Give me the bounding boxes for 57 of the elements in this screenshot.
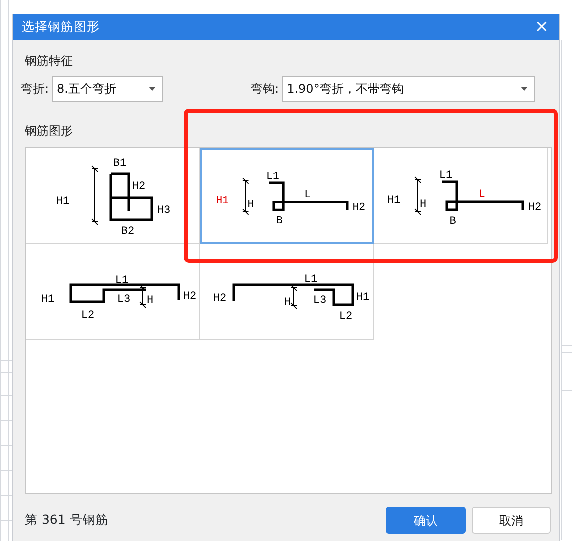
section-heading: 钢筋特征 <box>24 53 74 70</box>
rebar-shape-icon <box>70 284 180 304</box>
dimension-label: L <box>478 189 486 201</box>
shape-option[interactable]: H1 H L1 L H2 B <box>374 148 548 244</box>
dimension-label: H1 <box>387 195 401 207</box>
dimension-line <box>290 284 298 310</box>
dimension-label: H2 <box>528 202 542 214</box>
dimension-label: L <box>304 189 312 202</box>
dimension-label: H2 <box>132 181 146 193</box>
dimension-label: H <box>248 199 254 212</box>
cancel-button[interactable]: 取消 <box>472 507 551 534</box>
dimension-line <box>92 166 98 226</box>
dimension-label: B <box>450 216 456 228</box>
dimension-label: H <box>420 199 427 211</box>
dimension-label: L1 <box>304 274 318 286</box>
section-heading: 钢筋图形 <box>24 123 74 140</box>
dropdown[interactable]: 1.90°弯折，不带弯钩 <box>282 76 536 102</box>
dropdown[interactable]: 8.五个弯折 <box>52 76 164 102</box>
dimension-label: B1 <box>113 158 127 170</box>
shape-option[interactable]: L1 H1 L3 H H2 L2 <box>26 244 200 340</box>
dimension-label: L3 <box>313 295 327 307</box>
shape-option[interactable]: L1 H2 H L3 H1 L2 <box>200 244 374 340</box>
dimension-label: H1 <box>216 195 229 208</box>
shape-option[interactable]: H1 H L1 L H2 B <box>200 148 374 244</box>
rebar-shape-icon <box>442 180 524 212</box>
dimension-label: H1 <box>356 292 370 304</box>
dimension-line <box>140 284 146 308</box>
dimension-label: L1 <box>115 275 129 287</box>
rebar-shape-icon <box>232 284 354 306</box>
dimension-label: H1 <box>56 196 70 208</box>
dimension-label: L1 <box>266 171 280 184</box>
dimension-label: B2 <box>121 226 135 238</box>
dimension-label: H3 <box>157 205 171 217</box>
window-title: 选择钢筋图形 <box>22 18 100 36</box>
status-text: 第 361 号钢筋 <box>25 511 109 530</box>
dimension-label: H <box>147 295 154 307</box>
dimension-label: H2 <box>183 291 197 303</box>
field-label: 弯折: <box>21 81 50 98</box>
dimension-label: H1 <box>41 294 55 306</box>
dimension-line <box>242 178 250 216</box>
confirm-button[interactable]: 确认 <box>386 507 466 534</box>
dimension-label: L2 <box>81 310 95 322</box>
shape-option[interactable]: H1 B1 H2 H3 B2 <box>26 148 200 244</box>
field-label: 弯钩: <box>251 81 280 98</box>
dimension-label: H2 <box>352 202 366 214</box>
caret-icon <box>149 87 156 91</box>
dimension-line <box>414 176 422 216</box>
rebar-shape-icon <box>110 172 154 222</box>
rebar-shape-icon <box>269 182 349 212</box>
close-button[interactable]: × <box>532 18 551 36</box>
dimension-label: L2 <box>339 311 353 323</box>
dimension-label: L3 <box>117 294 131 306</box>
dimension-label: B <box>276 216 283 228</box>
dimension-label: H <box>284 297 291 309</box>
dimension-label: H2 <box>213 293 227 305</box>
caret-icon <box>521 87 528 91</box>
dimension-label: L1 <box>439 170 453 182</box>
